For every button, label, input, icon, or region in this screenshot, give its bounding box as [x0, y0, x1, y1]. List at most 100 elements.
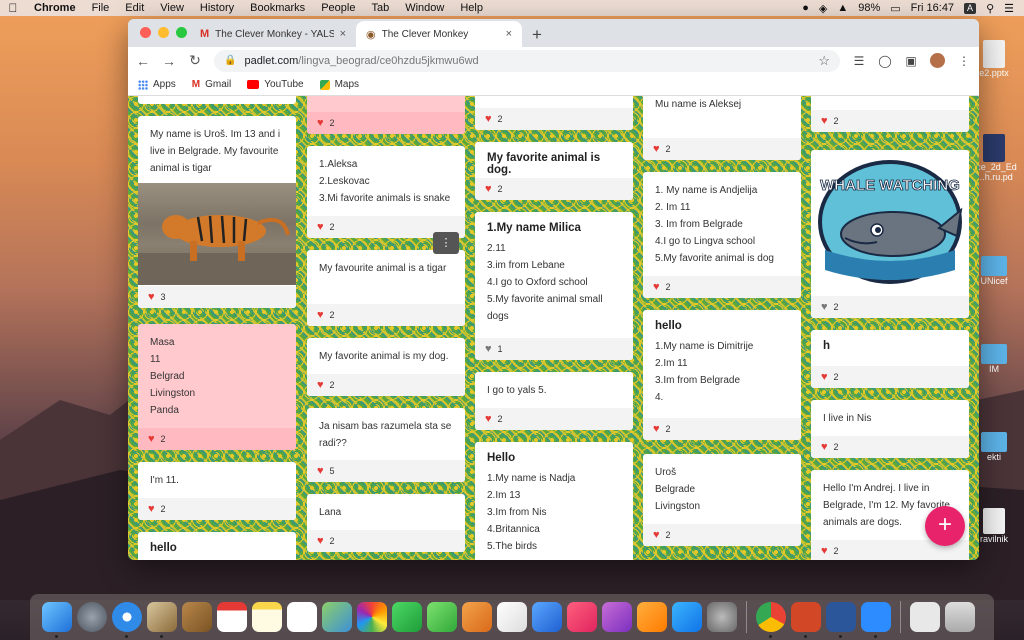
photos-icon[interactable] [357, 602, 387, 632]
back-arrow-icon[interactable]: ← [136, 53, 150, 69]
bookmark-gmail[interactable]: M Gmail [192, 79, 231, 90]
chrome-icon[interactable] [756, 602, 786, 638]
heart-icon[interactable]: ♥ [821, 441, 828, 453]
heart-icon[interactable]: ♥ [821, 115, 828, 127]
downloads-stack-icon[interactable] [910, 602, 940, 632]
facetime-icon[interactable] [392, 602, 422, 632]
padlet-post[interactable]: Mu name is Aleksej ♥ 2 [643, 96, 801, 160]
contacts-icon[interactable] [182, 602, 212, 632]
padlet-post[interactable]: My name is Uroš. Im 13 and i live in Bel… [138, 116, 296, 308]
padlet-post[interactable]: 1.My name Milica 2.11 3.im from Lebane 4… [475, 212, 633, 360]
battery-icon[interactable]: ▭ [890, 2, 900, 15]
heart-icon[interactable]: ♥ [148, 291, 155, 303]
padlet-post[interactable]: I live in Nis ♥ 2 [811, 400, 969, 458]
padlet-post[interactable]: ♥ 2 [811, 96, 969, 132]
padlet-post[interactable]: I'm 11. ♥ 2 [138, 462, 296, 520]
finder-icon[interactable] [42, 602, 72, 638]
heart-icon[interactable]: ♥ [821, 371, 828, 383]
reminders-icon[interactable] [287, 602, 317, 632]
menu-bookmarks[interactable]: Bookmarks [242, 2, 313, 14]
heart-icon[interactable]: ♥ [317, 465, 324, 477]
layers-extension-icon[interactable]: ☰ [852, 54, 866, 68]
close-window-button[interactable] [140, 27, 151, 38]
heart-icon[interactable]: ♥ [317, 535, 324, 547]
tab-yals[interactable]: M The Clever Monkey - YALS pro × [190, 21, 356, 47]
menu-help[interactable]: Help [452, 2, 491, 14]
padlet-post[interactable]: My favorite animal is dog. ♥ 2 [475, 142, 633, 200]
heart-icon[interactable]: ♥ [653, 423, 660, 435]
input-source-icon[interactable]: A [964, 2, 977, 14]
menu-file[interactable]: File [84, 2, 118, 14]
maps-icon[interactable] [322, 602, 352, 632]
new-tab-button[interactable]: + [522, 23, 552, 47]
heart-icon[interactable]: ♥ [653, 143, 660, 155]
safari-icon[interactable] [112, 602, 142, 638]
powerpoint-icon[interactable] [791, 602, 821, 638]
battery-percent[interactable]: 98% [858, 2, 880, 14]
menu-view[interactable]: View [152, 2, 192, 14]
heart-icon[interactable]: ♥ [653, 529, 660, 541]
bookmark-maps[interactable]: Maps [319, 79, 359, 90]
padlet-post[interactable]: hello [138, 532, 296, 560]
heart-icon[interactable]: ♥ [317, 379, 324, 391]
padlet-post[interactable]: ♥ 2 [307, 96, 465, 134]
padlet-post[interactable]: WHALE WATCHING ♥ 2 [811, 150, 969, 318]
menu-history[interactable]: History [192, 2, 242, 14]
messages-icon[interactable] [427, 602, 457, 632]
wifi-icon[interactable]: ◈ [819, 2, 827, 15]
pages-icon[interactable] [462, 602, 492, 632]
profile-avatar[interactable] [930, 53, 945, 68]
reload-icon[interactable]: ↻ [188, 52, 202, 69]
whale-watching-image[interactable]: WHALE WATCHING [811, 150, 969, 290]
padlet-post[interactable]: 1. My name is Andjelija 2. Im 11 3. Im f… [643, 172, 801, 298]
bookmark-apps[interactable]: Apps [138, 79, 176, 90]
pocket-extension-icon[interactable]: ◯ [878, 54, 892, 68]
keynote-icon[interactable] [532, 602, 562, 632]
padlet-post[interactable]: My favourite animal is a tigar ♥ 2 [307, 250, 465, 326]
heart-icon[interactable]: ♥ [485, 413, 492, 425]
tiger-image[interactable] [138, 183, 296, 285]
padlet-post[interactable]: Hello 1.My name is Nadja 2.Im 13 3.Im fr… [475, 442, 633, 560]
heart-icon[interactable]: ♥ [148, 503, 155, 515]
trash-icon[interactable] [945, 602, 975, 632]
volume-icon[interactable]: ▲ [837, 2, 848, 14]
notification-center-icon[interactable]: ☰ [1004, 2, 1014, 15]
chrome-menu-icon[interactable]: ⋮ [957, 54, 971, 68]
menu-window[interactable]: Window [397, 2, 452, 14]
add-post-button[interactable]: + [925, 506, 965, 546]
padlet-board[interactable]: My name is Uroš. Im 13 and i live in Bel… [128, 96, 979, 560]
books-icon[interactable] [637, 602, 667, 632]
app-store-icon[interactable] [672, 602, 702, 632]
close-tab-icon[interactable]: × [340, 28, 346, 40]
heart-icon[interactable]: ♥ [317, 117, 324, 129]
clock[interactable]: Fri 16:47 [911, 2, 954, 14]
padlet-post[interactable]: Masa 11 Belgrad Livingston Panda ♥ 2 [138, 324, 296, 450]
notes-icon[interactable] [252, 602, 282, 632]
heart-icon[interactable]: ♥ [317, 309, 324, 321]
heart-icon[interactable]: ♥ [485, 113, 492, 125]
music-icon[interactable] [567, 602, 597, 632]
menu-app-name[interactable]: Chrome [26, 2, 84, 14]
menu-tab[interactable]: Tab [363, 2, 397, 14]
menu-edit[interactable]: Edit [117, 2, 152, 14]
calendar-icon[interactable] [217, 602, 247, 632]
heart-icon[interactable]: ♥ [821, 301, 828, 313]
minimize-window-button[interactable] [158, 27, 169, 38]
preview-icon[interactable] [147, 602, 177, 638]
post-options-button[interactable]: ⋮ [433, 232, 459, 254]
zoom-icon[interactable] [861, 602, 891, 638]
menu-people[interactable]: People [313, 2, 363, 14]
heart-icon[interactable]: ♥ [653, 281, 660, 293]
screenshot-extension-icon[interactable]: ▣ [904, 54, 918, 68]
close-tab-icon[interactable]: × [506, 28, 512, 40]
heart-icon[interactable]: ♥ [485, 183, 492, 195]
bookmark-star-icon[interactable]: ☆ [818, 53, 830, 69]
padlet-post[interactable]: hello 1.My name is Dimitrije 2.Im 11 3.I… [643, 310, 801, 440]
forward-arrow-icon[interactable]: → [162, 53, 176, 69]
address-bar[interactable]: 🔒 padlet.com/lingva_beograd/ce0hzdu5jkmw… [214, 49, 840, 72]
padlet-post[interactable]: Ja nisam bas razumela sta se radi?? ♥ 5 [307, 408, 465, 482]
heart-icon[interactable]: ♥ [148, 433, 155, 445]
zoom-status-icon[interactable]: ● [802, 2, 809, 14]
heart-icon[interactable]: ♥ [821, 545, 828, 557]
heart-icon[interactable]: ♥ [317, 221, 324, 233]
